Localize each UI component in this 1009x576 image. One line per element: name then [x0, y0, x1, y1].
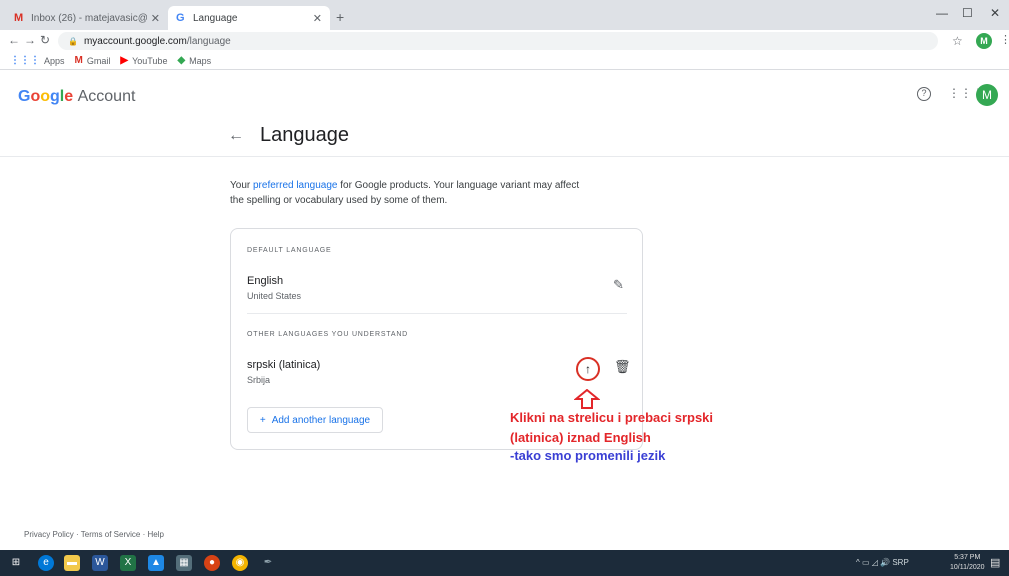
maps-icon: ◆: [177, 55, 186, 66]
add-language-label: Add another language: [271, 414, 371, 426]
bookmark-label: Apps: [44, 55, 65, 66]
tab-title: Inbox (26) - matejavasic@osiver.: [31, 12, 147, 24]
other-language-region: Srbija: [247, 375, 271, 385]
clock-time: 5:37 PM: [954, 554, 981, 561]
annotation-note: -tako smo promenili jezik: [510, 448, 666, 463]
address-bar[interactable]: 🔒 myaccount.google.com /language: [58, 32, 938, 50]
edge-icon[interactable]: e: [38, 555, 54, 571]
page-description: Your preferred language for Google produ…: [230, 178, 590, 208]
annotation-instruction: Klikni na strelicu i prebaci srpski (lat…: [510, 408, 713, 448]
menu-icon[interactable]: ⋮: [1000, 33, 1009, 46]
reload-icon[interactable]: ↻: [40, 33, 50, 47]
feather-icon[interactable]: ✒: [260, 555, 276, 571]
other-language-name: srpski (latinica): [247, 359, 321, 371]
url-host: myaccount.google.com: [83, 35, 187, 47]
maximize-icon[interactable]: ☐: [962, 6, 973, 20]
minimize-icon[interactable]: —: [936, 6, 948, 20]
lock-icon: 🔒: [68, 36, 78, 46]
annotation-line: Klikni na strelicu i prebaci srpski: [510, 410, 714, 425]
page-title-row: ← Language: [228, 124, 349, 147]
word-icon[interactable]: W: [92, 555, 108, 571]
youtube-icon: ▶: [120, 55, 129, 66]
page-title: Language: [260, 124, 349, 146]
default-language-region: United States: [247, 291, 302, 301]
google-icon: G: [176, 12, 185, 24]
clock-date: 10/11/2020: [950, 564, 985, 571]
default-language-heading: DEFAULT LANGUAGE: [247, 247, 332, 254]
page-footer: Privacy Policy · Terms of Service · Help: [24, 530, 164, 539]
tab-language[interactable]: G Language ✕: [168, 6, 330, 30]
windows-start-icon[interactable]: ⊞: [8, 555, 24, 571]
excel-icon[interactable]: X: [120, 555, 136, 571]
close-icon[interactable]: ✕: [151, 12, 160, 25]
tab-title: Language: [193, 12, 238, 24]
google-account-logo[interactable]: Google Account: [18, 88, 135, 106]
windows-taskbar: ⊞ e ▬ W X ▲ ▦ ● ◉ ✒ ^ ▭ ◿ 🔊 SRP 5:37 PM …: [0, 550, 1009, 576]
desc-text: Your: [230, 180, 253, 191]
close-icon[interactable]: ✕: [313, 12, 322, 25]
bookmark-maps[interactable]: ◆ Maps: [177, 55, 211, 66]
delete-trash-icon[interactable]: 🗑: [614, 359, 631, 375]
language-indicator[interactable]: SRP: [892, 558, 908, 567]
file-explorer-icon[interactable]: ▬: [64, 555, 80, 571]
back-arrow-icon[interactable]: ←: [228, 127, 244, 145]
default-language-name: English: [247, 275, 284, 287]
plus-icon: +: [259, 414, 266, 426]
add-language-button[interactable]: + Add another language: [247, 407, 383, 433]
bookmark-label: Maps: [189, 55, 212, 66]
help-link[interactable]: Help: [147, 530, 163, 539]
divider: [247, 313, 627, 314]
forward-nav-icon[interactable]: →: [24, 33, 36, 47]
url-path: /language: [186, 35, 231, 47]
google-wordmark: Google: [18, 88, 74, 105]
bookmarks-bar: ⋮⋮⋮ Apps M Gmail ▶ YouTube ◆ Maps: [0, 52, 1009, 70]
move-up-arrow-icon[interactable]: ↑: [576, 357, 600, 381]
edit-pencil-icon[interactable]: ✎: [613, 277, 624, 293]
bookmark-apps[interactable]: ⋮⋮⋮ Apps: [10, 55, 65, 66]
bookmark-star-icon[interactable]: ☆: [952, 34, 963, 48]
profile-avatar[interactable]: M: [976, 33, 992, 49]
apps-grid-icon: ⋮⋮⋮: [10, 55, 40, 66]
privacy-policy-link[interactable]: Privacy Policy: [24, 530, 74, 539]
back-nav-icon[interactable]: ←: [8, 33, 20, 47]
gmail-icon: M: [14, 12, 24, 24]
bookmark-youtube[interactable]: ▶ YouTube: [120, 55, 167, 66]
terms-of-service-link[interactable]: Terms of Service: [81, 530, 141, 539]
account-wordmark: Account: [77, 88, 136, 105]
notification-icon[interactable]: ▤: [990, 556, 1000, 569]
help-icon[interactable]: ?: [917, 87, 931, 101]
browser-toolbar: ← → ↻ 🔒 myaccount.google.com /language ☆…: [0, 30, 1009, 52]
photos-icon[interactable]: ▲: [148, 555, 164, 571]
divider: [0, 156, 1009, 157]
chrome-icon[interactable]: ◉: [232, 555, 248, 571]
window-close-icon[interactable]: ✕: [990, 6, 1000, 20]
preferred-language-link[interactable]: preferred language: [253, 180, 338, 191]
store-icon[interactable]: ▦: [176, 555, 192, 571]
system-tray[interactable]: ^ ▭ ◿ 🔊 SRP: [856, 558, 909, 567]
tab-strip: M Inbox (26) - matejavasic@osiver. ✕ G L…: [0, 0, 1009, 30]
bookmark-label: Gmail: [86, 55, 111, 66]
taskbar-clock[interactable]: 5:37 PM 10/11/2020: [950, 553, 985, 573]
gmail-icon: M: [74, 55, 83, 66]
account-header: Google Account ? ⋮⋮⋮ M: [0, 70, 1009, 120]
other-languages-heading: OTHER LANGUAGES YOU UNDERSTAND: [247, 331, 409, 338]
bookmark-label: YouTube: [132, 55, 168, 66]
avatar[interactable]: M: [976, 84, 998, 106]
new-tab-button[interactable]: +: [336, 9, 344, 25]
annotation-line: (latinica) iznad English: [510, 430, 651, 445]
tab-gmail[interactable]: M Inbox (26) - matejavasic@osiver. ✕: [6, 6, 168, 30]
app-icon[interactable]: ●: [204, 555, 220, 571]
bookmark-gmail[interactable]: M Gmail: [75, 55, 111, 66]
red-arrow-annotation-icon: [574, 389, 600, 409]
